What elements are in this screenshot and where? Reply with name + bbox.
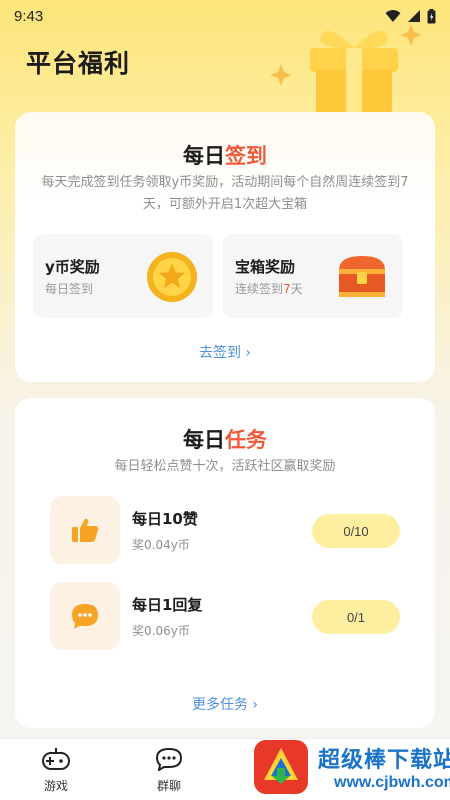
task-row: 每日1回复 奖0.06y币 0/1 (50, 582, 410, 652)
checkin-title: 每日签到 (183, 144, 267, 168)
watermark-text: 超级棒下载站 (318, 748, 450, 773)
more-tasks-link[interactable]: 更多任务 › (15, 694, 435, 714)
gamepad-icon (42, 748, 70, 770)
tasks-card: 每日任务 每日轻松点赞十次，活跃社区赢取奖励 每日10赞 奖0.04y币 0/1… (15, 398, 435, 728)
page-title: 平台福利 (26, 49, 131, 78)
coin-reward-subtitle: 每日签到 (45, 282, 94, 296)
chest-reward-title: 宝箱奖励 (235, 258, 296, 276)
watermark: 超级棒下载站 www.cjbwh.com (248, 734, 450, 800)
chat-bubble-icon (72, 604, 98, 629)
task-reward: 奖0.04y币 (132, 538, 190, 552)
watermark-logo-icon (254, 740, 308, 794)
tasks-description: 每日轻松点赞十次，活跃社区赢取奖励 (114, 459, 336, 474)
battery-icon (427, 8, 436, 23)
coin-reward-title: y币奖励 (45, 258, 100, 276)
gift-box-icon (270, 24, 422, 120)
tab-group-chat-label: 群聊 (156, 779, 181, 793)
coin-icon (147, 252, 197, 302)
task-row: 每日10赞 奖0.04y币 0/10 (50, 496, 410, 566)
tab-games-label: 游戏 (43, 779, 68, 793)
task-progress-badge[interactable]: 0/1 (312, 600, 400, 634)
checkin-card: 每日签到 每天完成签到任务领取y币奖励，活动期间每个自然周连续签到7天，可额外开… (15, 112, 435, 382)
task-title: 每日1回复 (132, 596, 203, 614)
task-icon-box (50, 496, 120, 564)
chevron-right-icon: › (252, 697, 259, 713)
thumbs-up-icon (72, 518, 99, 542)
task-icon-box (50, 582, 120, 650)
chest-reward-card[interactable]: 宝箱奖励 连续签到7天 (223, 234, 403, 318)
task-title: 每日10赞 (132, 510, 198, 528)
watermark-url: www.cjbwh.com (334, 774, 450, 791)
coin-reward-card[interactable]: y币奖励 每日签到 (33, 234, 213, 318)
tab-games[interactable]: 游戏 (26, 747, 86, 797)
go-checkin-link[interactable]: 去签到 › (15, 342, 435, 362)
task-progress-badge[interactable]: 0/10 (312, 514, 400, 548)
task-reward: 奖0.06y币 (132, 624, 190, 638)
checkin-description: 每天完成签到任务领取y币奖励，活动期间每个自然周连续签到7天，可额外开启1次超大… (41, 175, 409, 212)
chat-icon (155, 747, 183, 773)
treasure-chest-icon (339, 256, 385, 297)
tasks-title: 每日任务 (183, 428, 267, 452)
status-time: 9:43 (14, 7, 44, 25)
chest-reward-subtitle: 连续签到7天 (235, 282, 303, 296)
tab-group-chat[interactable]: 群聊 (139, 747, 199, 797)
chevron-right-icon: › (245, 345, 252, 361)
